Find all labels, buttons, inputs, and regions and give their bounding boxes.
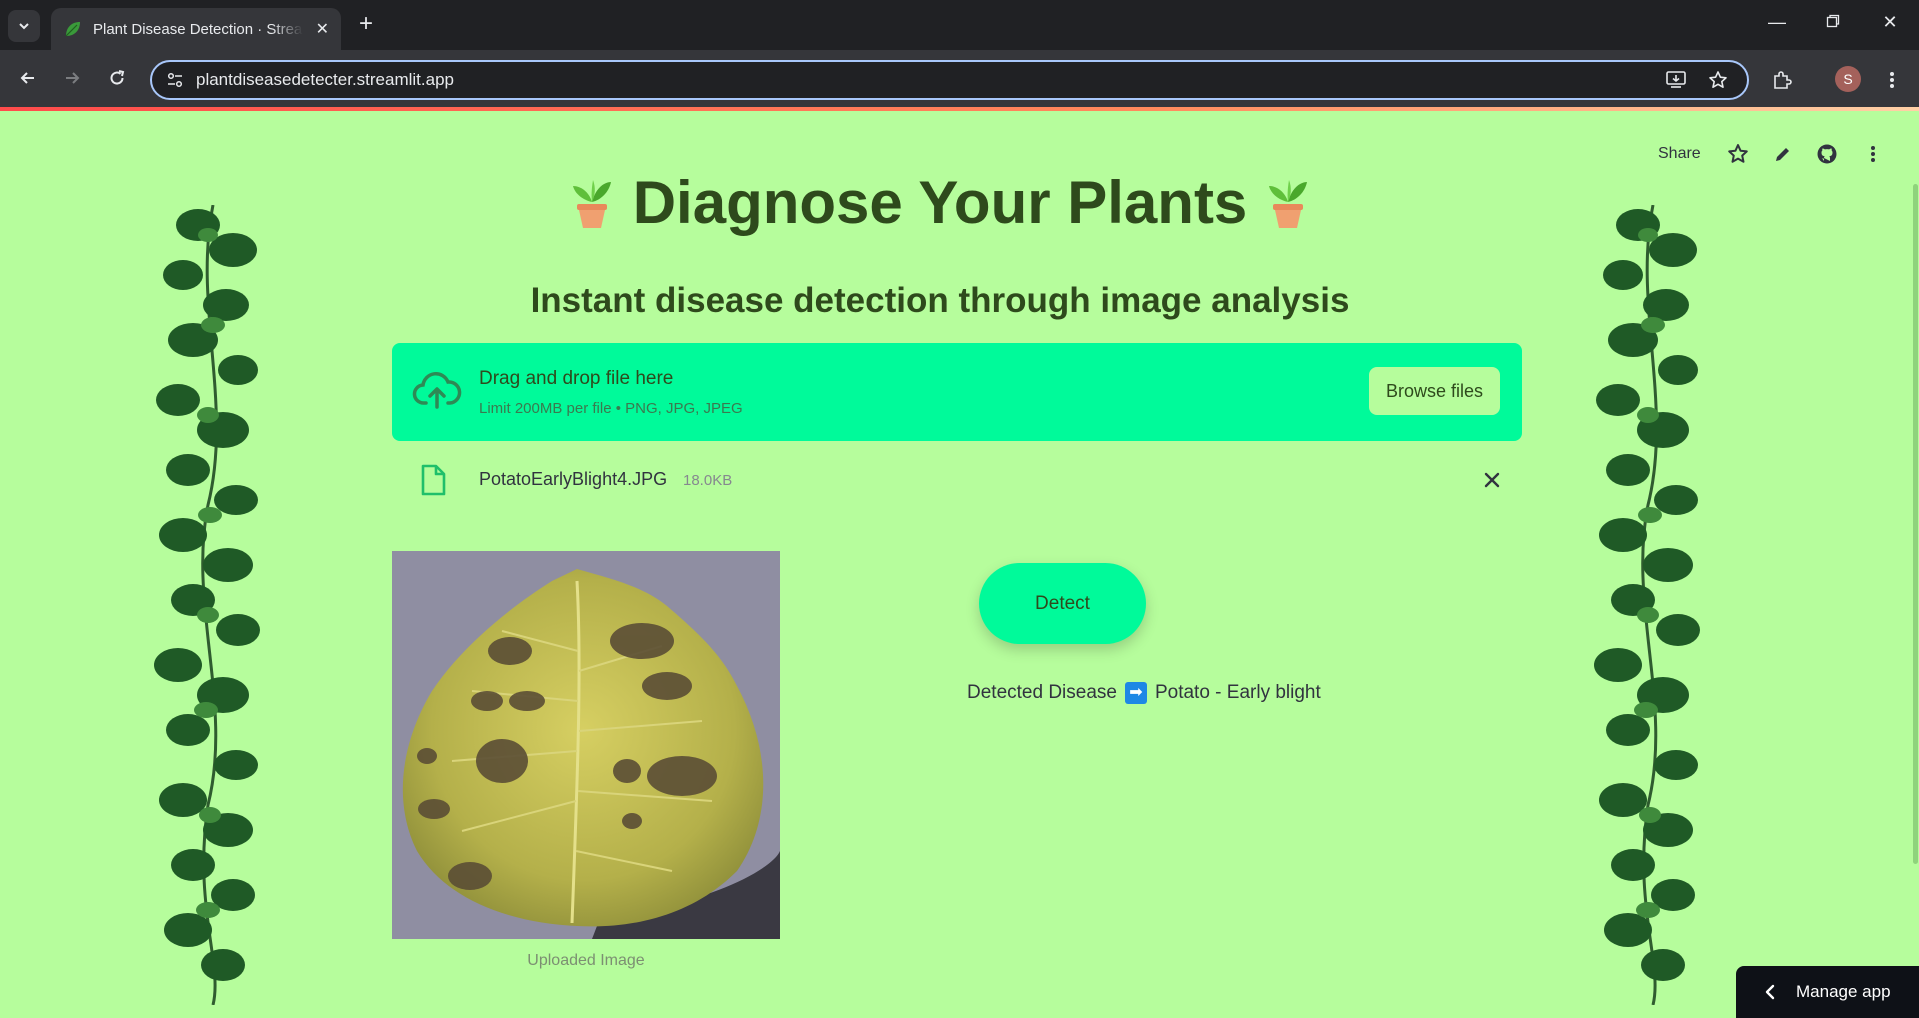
url-text[interactable]: plantdiseasedetecter.streamlit.app <box>196 70 454 90</box>
image-caption: Uploaded Image <box>527 952 645 969</box>
right-arrow-icon: ➡ <box>1124 682 1147 704</box>
uploaded-leaf-image <box>392 551 780 939</box>
reload-icon <box>110 70 125 85</box>
page-title-text: Diagnose Your Plants <box>632 169 1248 236</box>
chevron-left-icon <box>1765 984 1775 1000</box>
browser-tab-active[interactable]: Plant Disease Detection · Streamlit ✕ <box>51 8 341 50</box>
file-dropzone[interactable]: Drag and drop file here Limit 200MB per … <box>392 343 1522 441</box>
forward-button[interactable] <box>58 64 86 92</box>
result-disease: Potato - Early blight <box>1154 682 1321 703</box>
tab-title: Plant Disease Detection · Streamlit <box>93 20 303 38</box>
address-bar[interactable]: plantdiseasedetecter.streamlit.app <box>150 60 1749 100</box>
dropzone-instructions: Drag and drop file here <box>479 368 674 389</box>
ivy-decoration-left <box>154 205 260 1005</box>
tab-close-icon[interactable]: ✕ <box>316 19 329 39</box>
reload-button[interactable] <box>103 64 131 92</box>
new-tab-button[interactable]: + <box>352 12 380 36</box>
site-info-icon[interactable] <box>166 71 184 89</box>
ivy-decoration-right <box>1594 205 1700 1005</box>
uploaded-file-name: PotatoEarlyBlight4.JPG <box>479 469 668 489</box>
extensions-icon[interactable] <box>1768 66 1796 94</box>
uploaded-file-size: 18.0KB <box>683 472 733 489</box>
remove-file-icon[interactable] <box>1478 466 1506 494</box>
uploaded-file-row: PotatoEarlyBlight4.JPG 18.0KB <box>392 458 1522 502</box>
browse-files-button[interactable]: Browse files <box>1369 367 1500 415</box>
chevron-down-icon <box>19 23 29 30</box>
arrow-left-icon <box>20 72 34 84</box>
minimize-icon[interactable]: — <box>1763 12 1791 33</box>
result-prefix: Detected Disease <box>967 682 1117 703</box>
streamlit-decoration-bar <box>0 107 1919 111</box>
close-window-icon[interactable]: ✕ <box>1876 12 1904 33</box>
tab-search-button[interactable] <box>8 10 40 42</box>
cloud-upload-icon <box>412 372 462 409</box>
manage-app-button[interactable]: Manage app <box>1736 966 1919 1018</box>
dropzone-limit-text: Limit 200MB per file • PNG, JPG, JPEG <box>479 400 743 417</box>
page-subtitle: Instant disease detection through image … <box>530 281 1350 320</box>
main-menu-icon[interactable] <box>1862 144 1884 164</box>
restore-icon[interactable] <box>1819 12 1847 33</box>
profile-avatar[interactable]: S <box>1835 66 1861 92</box>
bookmark-star-icon[interactable] <box>1704 66 1732 94</box>
page-scrollbar[interactable] <box>1913 184 1918 864</box>
potted-plant-icon <box>572 179 611 228</box>
potted-plant-icon <box>1269 179 1308 228</box>
favorite-star-icon[interactable] <box>1727 144 1749 164</box>
file-icon <box>421 464 446 496</box>
detect-button[interactable]: Detect <box>979 563 1146 644</box>
github-icon[interactable] <box>1816 144 1838 164</box>
share-button[interactable]: Share <box>1658 144 1701 164</box>
detection-result: Detected Disease ➡ Potato - Early blight <box>967 682 1321 704</box>
browser-menu-icon[interactable] <box>1878 66 1906 94</box>
edit-pencil-icon[interactable] <box>1772 144 1794 164</box>
leaf-favicon-icon <box>65 22 80 37</box>
back-button[interactable] <box>14 64 42 92</box>
page-title: Diagnose Your Plants <box>0 168 1880 237</box>
manage-app-label: Manage app <box>1796 982 1891 1001</box>
install-app-icon[interactable] <box>1662 66 1690 94</box>
arrow-right-icon <box>66 72 80 84</box>
